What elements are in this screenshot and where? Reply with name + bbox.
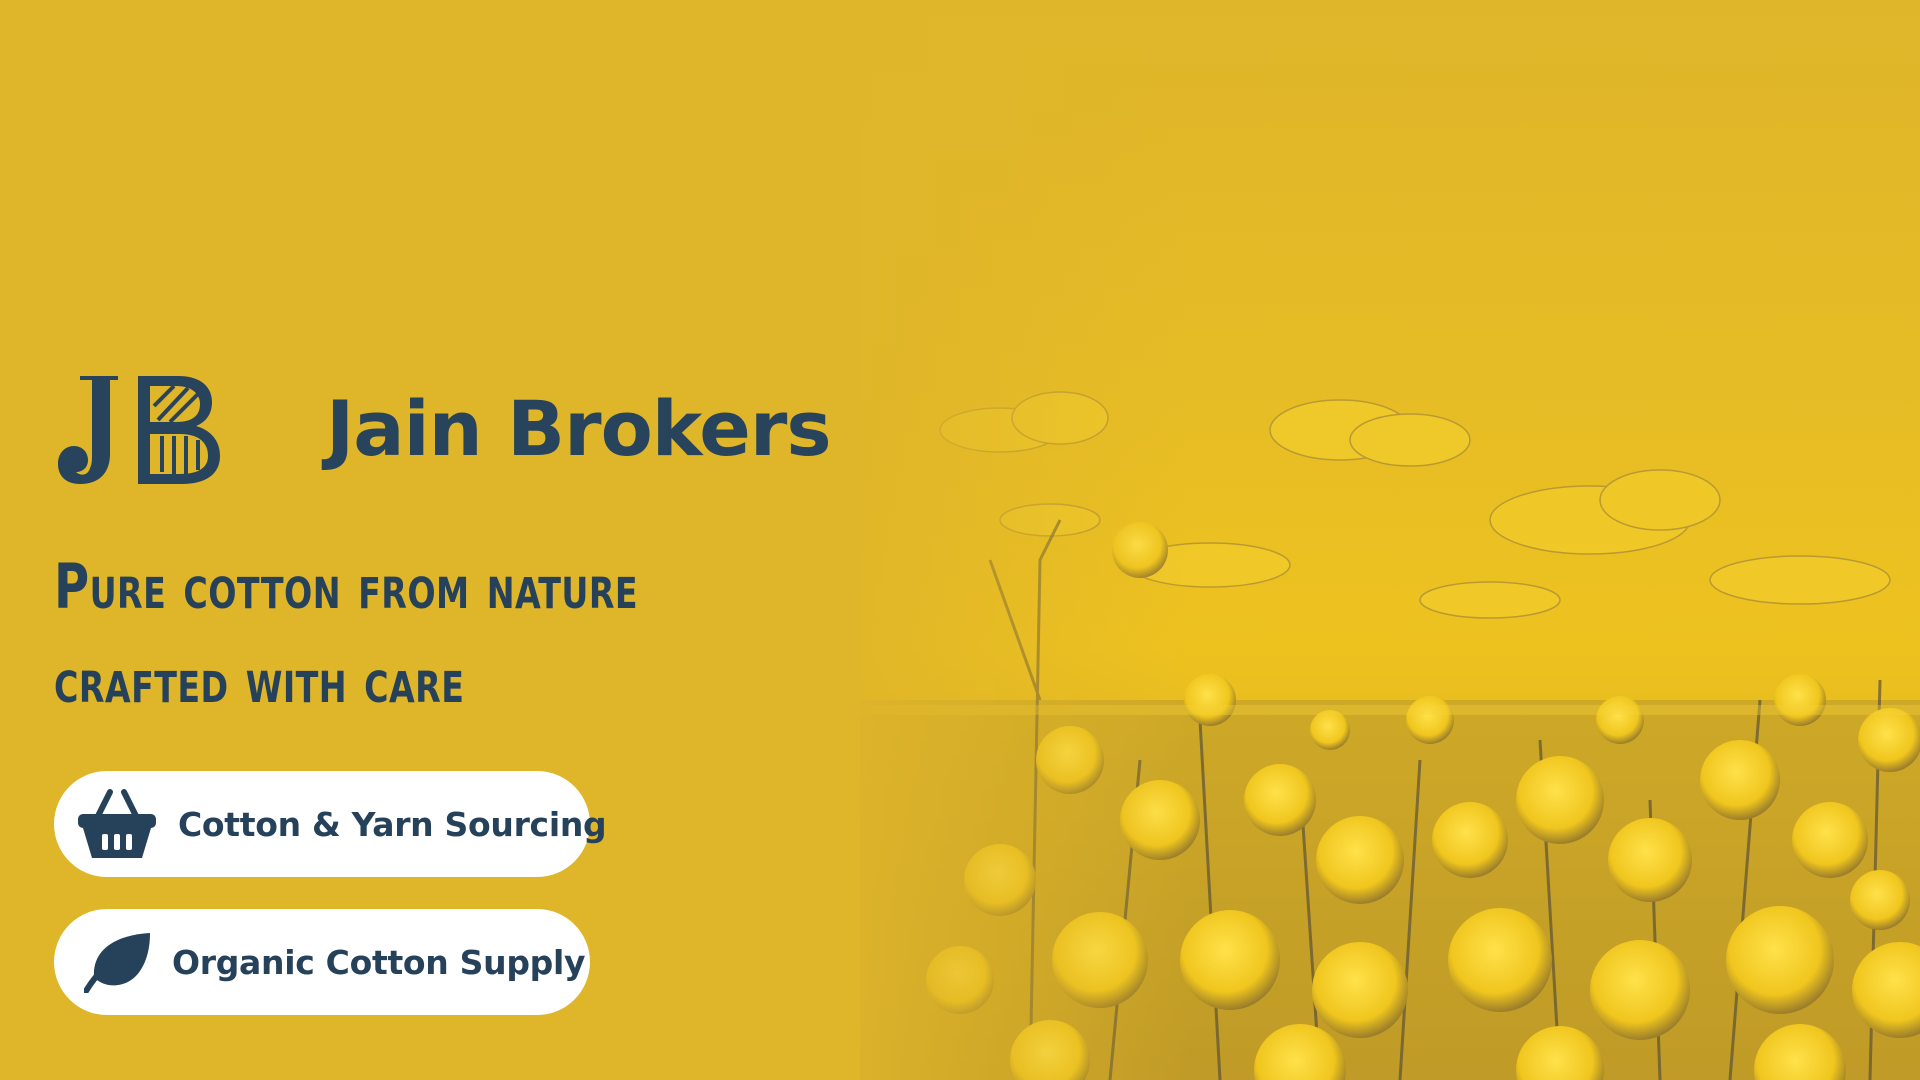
jb-logo-icon	[58, 376, 220, 484]
service-pill-organic-cotton-supply[interactable]: Organic Cotton Supply	[54, 909, 590, 1015]
tagline: Pure cotton from nature crafted with car…	[54, 540, 708, 728]
brand-header: Jain Brokers	[58, 372, 832, 486]
service-label: Cotton & Yarn Sourcing	[178, 804, 607, 844]
tagline-line-1: Pure cotton from nature	[54, 550, 639, 623]
brand-name: Jain Brokers	[326, 384, 832, 473]
leaf-icon	[84, 933, 150, 993]
service-pill-cotton-yarn-sourcing[interactable]: Cotton & Yarn Sourcing	[54, 771, 607, 877]
basket-icon	[78, 789, 156, 858]
tagline-line-2: crafted with care	[54, 644, 465, 717]
service-label: Organic Cotton Supply	[172, 942, 586, 982]
